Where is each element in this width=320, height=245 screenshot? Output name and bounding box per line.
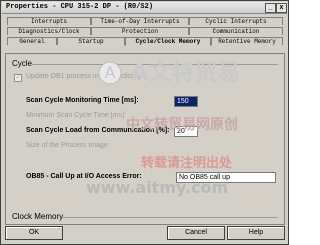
window-title: Properties - CPU 315-2 DP - (R0/S2) bbox=[6, 3, 154, 11]
clock-section-title: Clock Memory bbox=[12, 212, 64, 221]
tab-protection[interactable]: Protection bbox=[91, 27, 189, 35]
scan-monitor-label: Scan Cycle Monitoring Time [ms]: bbox=[26, 97, 139, 104]
scan-monitor-input[interactable]: 150 bbox=[174, 96, 198, 107]
cycle-clock-panel: Cycle ✓ Update OB1 process image cyclica… bbox=[5, 53, 285, 225]
ob85-label: OB85 - Call Up at I/O Access Error: bbox=[26, 173, 142, 180]
load-comm-input[interactable]: 20 bbox=[174, 126, 198, 137]
properties-dialog: Properties - CPU 315-2 DP - (R0/S2) _ x … bbox=[0, 0, 289, 245]
title-bar: Properties - CPU 315-2 DP - (R0/S2) _ x bbox=[2, 2, 287, 14]
ok-label: OK bbox=[28, 229, 40, 236]
cycle-section-title: Cycle bbox=[12, 59, 33, 68]
min-scan-label: Minimum Scan Cycle Time [ms]: bbox=[26, 112, 126, 119]
cycle-divider bbox=[32, 64, 278, 65]
tab-retentive-memory[interactable]: Retentive Memory bbox=[211, 37, 283, 45]
process-image-label: Size of the Process Image: bbox=[26, 142, 110, 149]
load-comm-label: Scan Cycle Load from Communication [%]: bbox=[26, 127, 170, 134]
cancel-label: Cancel bbox=[185, 229, 207, 236]
tab-strip: Interrupts Time-of-Day Interrupts Cyclic… bbox=[5, 15, 285, 53]
ob85-select[interactable]: No OB85 call up bbox=[176, 172, 276, 183]
tab-interrupts[interactable]: Interrupts bbox=[7, 17, 91, 25]
ok-button[interactable]: OK bbox=[5, 226, 63, 240]
help-label: Help bbox=[248, 229, 264, 236]
clock-divider bbox=[62, 217, 278, 218]
update-oi-checkbox[interactable]: ✓ bbox=[14, 74, 22, 82]
update-oi-label: Update OB1 process image cyclically bbox=[26, 73, 142, 80]
help-button[interactable]: Help bbox=[227, 226, 285, 240]
tab-general[interactable]: General bbox=[7, 37, 57, 45]
tab-communication[interactable]: Communication bbox=[189, 27, 283, 35]
minimize-button[interactable]: _ bbox=[265, 3, 276, 13]
tab-diagnostics-clock[interactable]: Diagnostics/Clock bbox=[7, 27, 91, 35]
tab-time-of-day-interrupts[interactable]: Time-of-Day Interrupts bbox=[91, 17, 189, 25]
tab-cyclic-interrupts[interactable]: Cyclic Interrupts bbox=[189, 17, 283, 25]
close-button[interactable]: x bbox=[276, 3, 287, 13]
tab-cycle-clock-memory[interactable]: Cycle/Clock Memory bbox=[125, 37, 211, 46]
cancel-button[interactable]: Cancel bbox=[167, 226, 225, 240]
tab-startup[interactable]: Startup bbox=[57, 37, 125, 45]
